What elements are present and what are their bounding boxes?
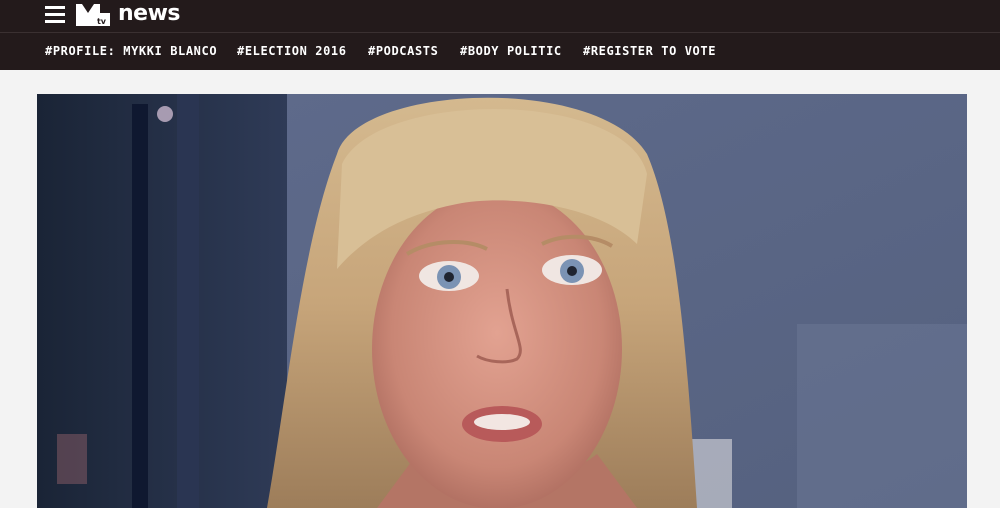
nav-item-profile-mykki-blanco[interactable]: #PROFILE: MYKKI BLANCO (45, 33, 217, 70)
topic-nav: #PROFILE: MYKKI BLANCO #ELECTION 2016 #P… (0, 32, 1000, 70)
nav-item-register-to-vote[interactable]: #REGISTER TO VOTE (583, 33, 716, 70)
nav-item-election-2016[interactable]: #ELECTION 2016 (237, 33, 347, 70)
nav-item-podcasts[interactable]: #PODCASTS (368, 33, 438, 70)
hero-image[interactable] (37, 94, 967, 508)
portrait-photo (37, 94, 967, 508)
top-header: tv news (0, 0, 1000, 32)
hamburger-menu-icon[interactable] (45, 6, 65, 24)
mtv-logo-icon[interactable]: tv (76, 4, 110, 26)
nav-item-body-politic[interactable]: #BODY POLITIC (460, 33, 562, 70)
svg-text:tv: tv (97, 17, 107, 26)
brand-name[interactable]: news (118, 1, 181, 27)
